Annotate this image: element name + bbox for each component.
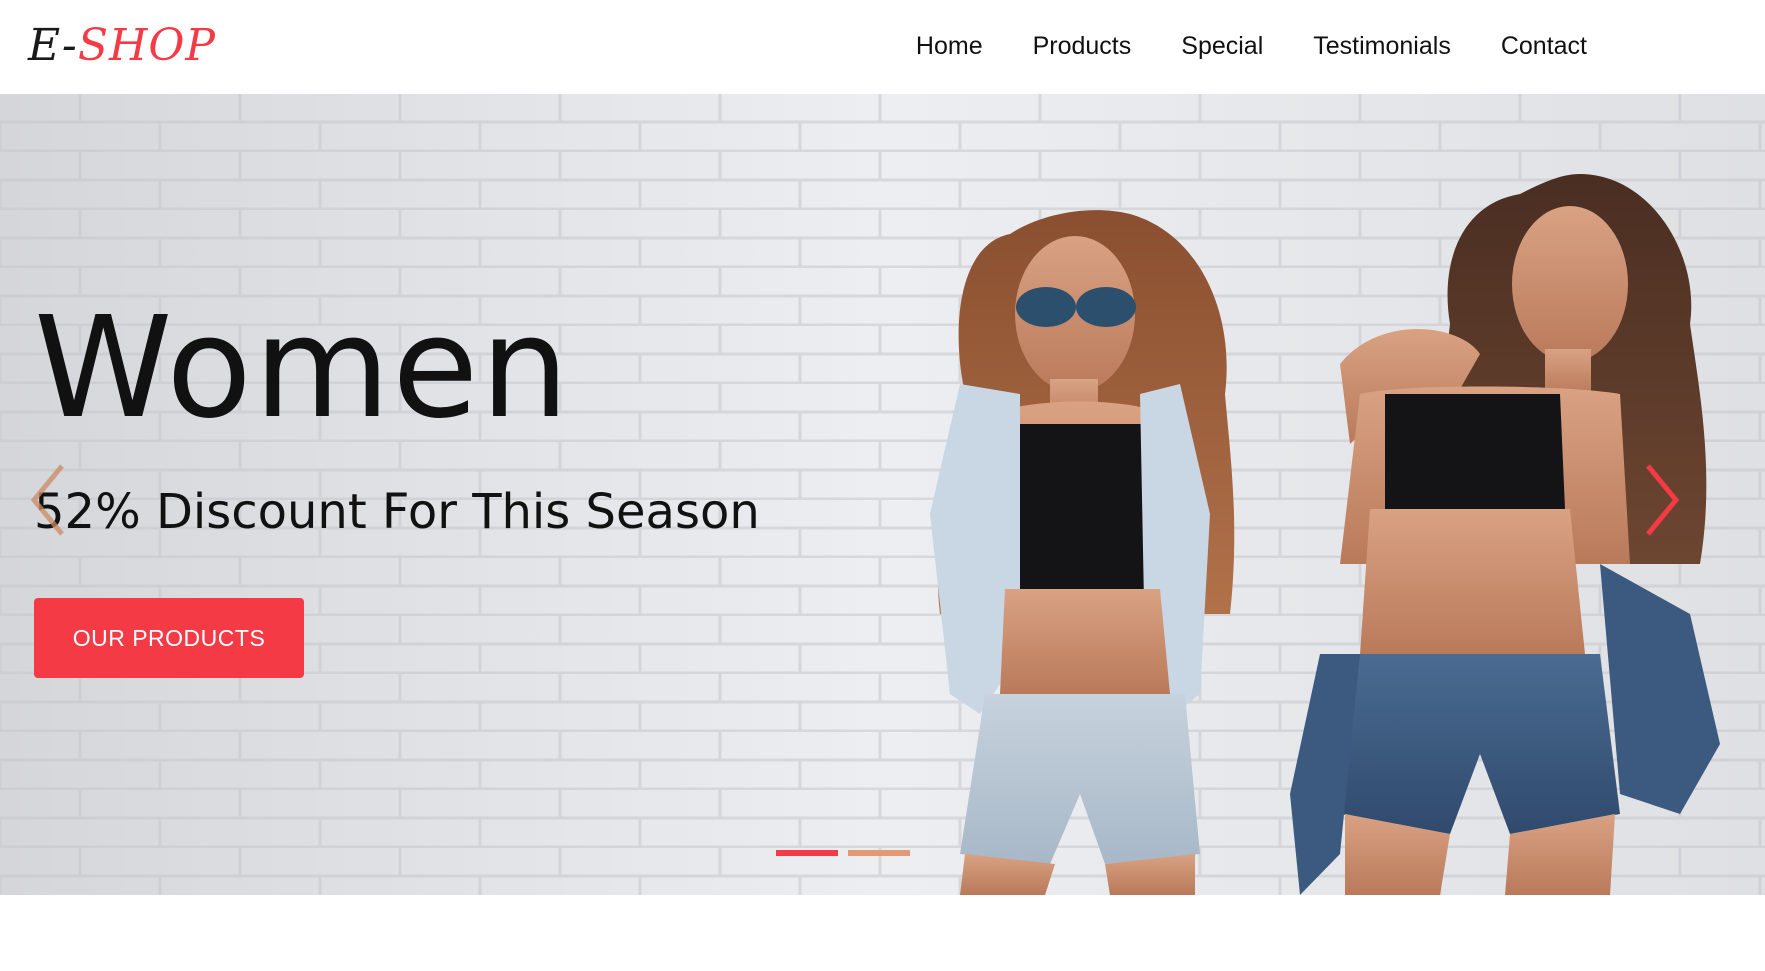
chevron-left-icon bbox=[30, 464, 64, 536]
brand-logo[interactable]: E-SHOP bbox=[28, 18, 216, 74]
chevron-right-icon bbox=[1646, 464, 1680, 536]
our-products-button[interactable]: OUR PRODUCTS bbox=[34, 598, 304, 678]
nav-special-link[interactable]: Special bbox=[1181, 28, 1263, 64]
carousel-indicators bbox=[776, 850, 910, 856]
logo-suffix: SHOP bbox=[77, 20, 217, 71]
carousel-prev-button[interactable] bbox=[22, 460, 72, 540]
carousel-indicator-2[interactable] bbox=[848, 850, 910, 856]
main-nav: Home Products Special Testimonials Conta… bbox=[866, 28, 1587, 64]
logo-prefix: E- bbox=[28, 20, 78, 71]
nav-home-link[interactable]: Home bbox=[916, 28, 983, 64]
nav-testimonials-link[interactable]: Testimonials bbox=[1313, 28, 1451, 64]
hero-title: Women bbox=[34, 287, 572, 450]
carousel-indicator-1[interactable] bbox=[776, 850, 838, 856]
navbar: E-SHOP Home Products Special Testimonial… bbox=[0, 0, 1765, 94]
hero-carousel: Women 52% Discount For This Season OUR P… bbox=[0, 94, 1765, 895]
nav-products-link[interactable]: Products bbox=[1033, 28, 1132, 64]
model-left-figure bbox=[930, 210, 1235, 895]
nav-contact-link[interactable]: Contact bbox=[1501, 28, 1587, 64]
hero-subtitle: 52% Discount For This Season bbox=[34, 484, 760, 540]
carousel-next-button[interactable] bbox=[1638, 460, 1688, 540]
